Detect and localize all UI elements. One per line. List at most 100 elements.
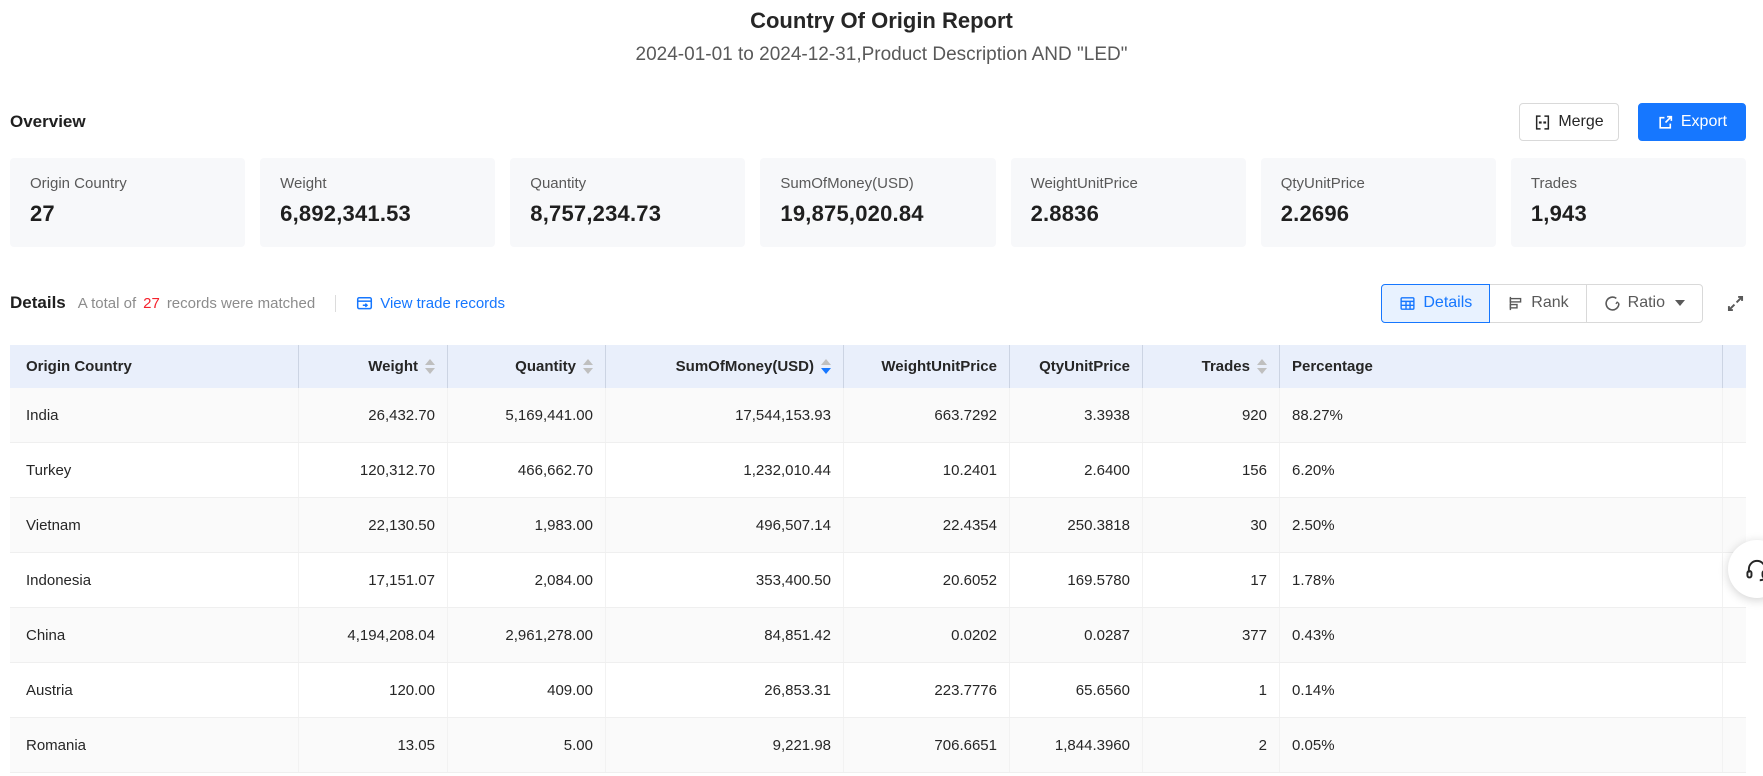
cell-trades: 17 — [1142, 553, 1279, 607]
merge-icon — [1534, 114, 1551, 131]
cell-trades: 156 — [1142, 443, 1279, 497]
cell-gutter — [1722, 663, 1746, 717]
cell-country: Romania — [10, 718, 298, 772]
column-header-percentage: Percentage — [1279, 345, 1722, 388]
details-bar: Details A total of 27 records were match… — [10, 283, 1746, 323]
details-bar-right: Details Rank Ratio — [1381, 284, 1746, 323]
header-gutter — [1722, 345, 1746, 388]
merge-button[interactable]: Merge — [1519, 103, 1619, 141]
cell-country: Turkey — [10, 443, 298, 497]
column-label: Trades — [1202, 358, 1250, 375]
cell-weight-unit-price: 0.0202 — [843, 608, 1009, 662]
column-label: Percentage — [1292, 358, 1373, 375]
table-row-india: India 26,432.70 5,169,441.00 17,544,153.… — [10, 388, 1746, 443]
column-label: Origin Country — [26, 358, 132, 375]
column-label: SumOfMoney(USD) — [676, 358, 814, 375]
table-row-china: China 4,194,208.04 2,961,278.00 84,851.4… — [10, 608, 1746, 663]
cell-weight-unit-price: 22.4354 — [843, 498, 1009, 552]
stat-card-quantity: Quantity 8,757,234.73 — [510, 158, 745, 247]
cell-country: Austria — [10, 663, 298, 717]
match-count: 27 — [143, 295, 160, 312]
view-trade-records-link[interactable]: View trade records — [356, 295, 505, 312]
cell-weight: 26,432.70 — [298, 388, 447, 442]
table-row-indonesia: Indonesia 17,151.07 2,084.00 353,400.50 … — [10, 553, 1746, 608]
cell-weight: 22,130.50 — [298, 498, 447, 552]
details-table: Origin Country Weight Quantity SumOfMone… — [10, 345, 1746, 773]
column-header-weight-unit-price: WeightUnitPrice — [843, 345, 1009, 388]
overview-bar: Overview Merge Export — [10, 100, 1746, 144]
stat-label: SumOfMoney(USD) — [780, 175, 975, 192]
stat-card-sum-of-money: SumOfMoney(USD) 19,875,020.84 — [760, 158, 995, 247]
cell-quantity: 2,961,278.00 — [447, 608, 605, 662]
stat-label: Quantity — [530, 175, 725, 192]
cell-percentage: 0.14% — [1279, 663, 1722, 717]
cell-percentage: 6.20% — [1279, 443, 1722, 497]
cell-trades: 920 — [1142, 388, 1279, 442]
overview-actions: Merge Export — [1519, 103, 1746, 141]
cell-gutter — [1722, 718, 1746, 772]
export-button[interactable]: Export — [1638, 103, 1746, 141]
cell-sum: 17,544,153.93 — [605, 388, 843, 442]
column-header-sum-of-money[interactable]: SumOfMoney(USD) — [605, 345, 843, 388]
cell-gutter — [1722, 443, 1746, 497]
cell-country: India — [10, 388, 298, 442]
cell-sum: 496,507.14 — [605, 498, 843, 552]
table-row-austria: Austria 120.00 409.00 26,853.31 223.7776… — [10, 663, 1746, 718]
table-row-vietnam: Vietnam 22,130.50 1,983.00 496,507.14 22… — [10, 498, 1746, 553]
column-header-qty-unit-price: QtyUnitPrice — [1009, 345, 1142, 388]
table-icon — [1399, 295, 1416, 312]
table-row-turkey: Turkey 120,312.70 466,662.70 1,232,010.4… — [10, 443, 1746, 498]
cell-quantity: 5.00 — [447, 718, 605, 772]
cell-qty-unit-price: 2.6400 — [1009, 443, 1142, 497]
view-mode-details-label: Details — [1423, 294, 1472, 312]
column-label: QtyUnitPrice — [1039, 358, 1130, 375]
page-title: Country Of Origin Report — [0, 8, 1763, 34]
view-mode-rank-button[interactable]: Rank — [1489, 284, 1586, 323]
view-mode-ratio-label: Ratio — [1628, 294, 1665, 312]
cell-gutter — [1722, 608, 1746, 662]
cell-qty-unit-price: 169.5780 — [1009, 553, 1142, 607]
export-button-label: Export — [1681, 113, 1727, 131]
stat-label: Origin Country — [30, 175, 225, 192]
merge-button-label: Merge — [1558, 113, 1603, 131]
sort-icon — [1257, 359, 1267, 374]
cell-weight: 13.05 — [298, 718, 447, 772]
stat-value: 2.2696 — [1281, 201, 1476, 227]
match-summary-prefix: A total of — [78, 295, 136, 312]
report-filter-summary: 2024-01-01 to 2024-12-31,Product Descrip… — [0, 44, 1763, 66]
stat-value: 19,875,020.84 — [780, 201, 975, 227]
stat-value: 6,892,341.53 — [280, 201, 475, 227]
table-row-romania: Romania 13.05 5.00 9,221.98 706.6651 1,8… — [10, 718, 1746, 773]
cell-quantity: 409.00 — [447, 663, 605, 717]
stat-card-origin-country: Origin Country 27 — [10, 158, 245, 247]
trade-records-icon — [356, 295, 373, 312]
fullscreen-button[interactable] — [1725, 293, 1746, 314]
ratio-icon — [1604, 295, 1621, 312]
view-mode-ratio-button[interactable]: Ratio — [1586, 284, 1703, 323]
sort-icon — [583, 359, 593, 374]
cell-qty-unit-price: 65.6560 — [1009, 663, 1142, 717]
cell-country: Vietnam — [10, 498, 298, 552]
cell-sum: 353,400.50 — [605, 553, 843, 607]
column-header-trades[interactable]: Trades — [1142, 345, 1279, 388]
fullscreen-icon — [1725, 293, 1746, 314]
cell-country: Indonesia — [10, 553, 298, 607]
cell-percentage: 0.43% — [1279, 608, 1722, 662]
details-bar-left: Details A total of 27 records were match… — [10, 293, 505, 313]
column-label: Quantity — [515, 358, 576, 375]
cell-quantity: 1,983.00 — [447, 498, 605, 552]
match-summary-suffix: records were matched — [167, 295, 315, 312]
stat-value: 2.8836 — [1031, 201, 1226, 227]
rank-icon — [1507, 295, 1524, 312]
view-mode-rank-label: Rank — [1531, 294, 1568, 312]
column-header-quantity[interactable]: Quantity — [447, 345, 605, 388]
cell-trades: 1 — [1142, 663, 1279, 717]
cell-quantity: 466,662.70 — [447, 443, 605, 497]
stat-value: 1,943 — [1531, 201, 1726, 227]
cell-qty-unit-price: 0.0287 — [1009, 608, 1142, 662]
cell-qty-unit-price: 1,844.3960 — [1009, 718, 1142, 772]
column-header-weight[interactable]: Weight — [298, 345, 447, 388]
sort-icon-active-desc — [821, 359, 831, 374]
view-mode-details-button[interactable]: Details — [1381, 284, 1490, 323]
cell-weight-unit-price: 223.7776 — [843, 663, 1009, 717]
